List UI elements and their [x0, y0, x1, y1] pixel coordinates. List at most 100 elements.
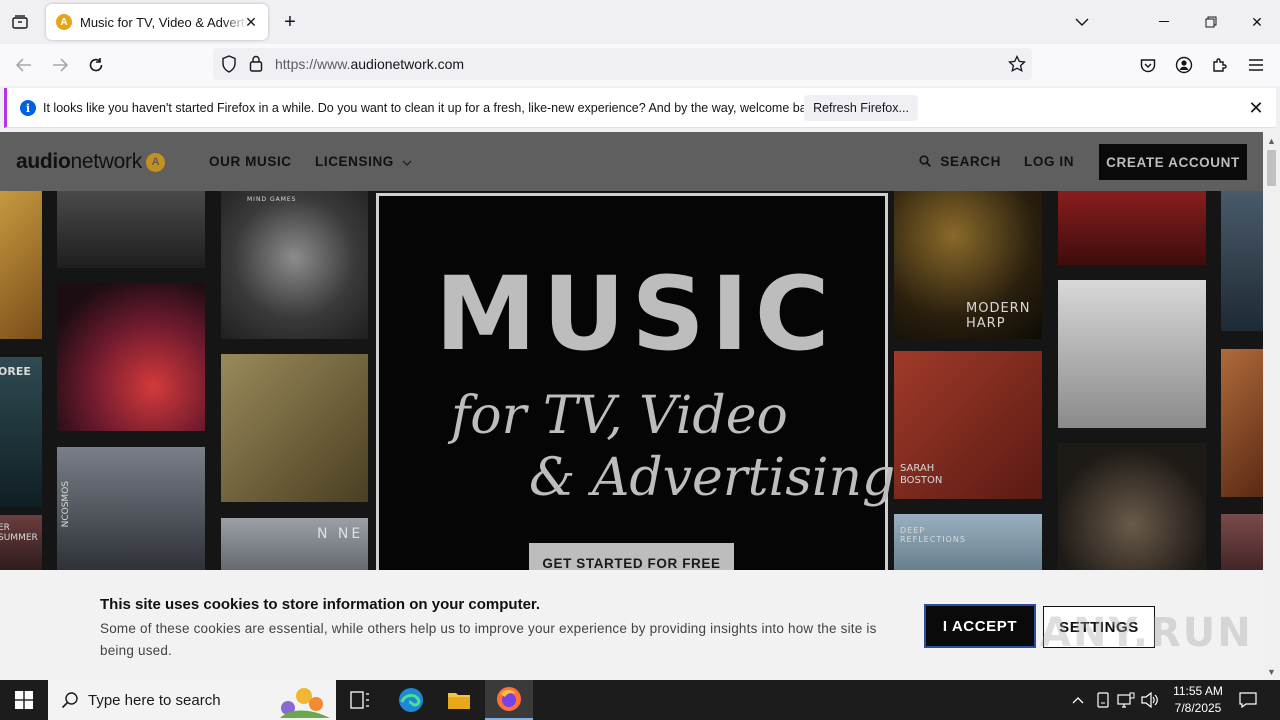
album-tile[interactable] — [0, 191, 42, 339]
lock-icon[interactable] — [249, 55, 263, 77]
search-icon — [919, 155, 932, 170]
browser-tab-active[interactable]: A Music for TV, Video & Advertising | Au… — [46, 4, 268, 40]
notification-close-icon[interactable]: ✕ — [1246, 98, 1266, 118]
chevron-down-icon — [402, 154, 412, 169]
nav-licensing[interactable]: LICENSING — [315, 154, 412, 169]
scrollbar-thumb[interactable] — [1267, 150, 1276, 186]
task-view-icon[interactable] — [336, 680, 384, 720]
cookie-banner: This site uses cookies to store informat… — [0, 570, 1263, 680]
back-arrow-icon[interactable] — [12, 53, 36, 77]
reload-icon[interactable] — [84, 53, 108, 77]
notifications-icon[interactable] — [1238, 690, 1258, 710]
album-tile[interactable]: N NE — [221, 518, 368, 578]
audio-network-logo[interactable]: audio network A — [16, 150, 165, 174]
cookie-settings-button[interactable]: SETTINGS — [1043, 606, 1155, 648]
album-tile[interactable]: MODERN HARP — [894, 191, 1042, 339]
audio-network-favicon-icon: A — [56, 14, 72, 30]
scroll-down-arrow-icon[interactable]: ▼ — [1266, 666, 1277, 677]
album-tile[interactable]: MIND GAMES — [221, 191, 368, 339]
album-tile[interactable] — [57, 191, 205, 268]
album-tile[interactable] — [1058, 280, 1206, 428]
cookie-banner-title: This site uses cookies to store informat… — [100, 596, 541, 613]
nav-search-label: SEARCH — [940, 154, 1001, 169]
album-tile[interactable] — [1058, 191, 1206, 265]
album-tile[interactable] — [1058, 443, 1206, 579]
search-highlight-flowers-icon — [270, 682, 334, 718]
url-prefix: https://www. — [275, 56, 351, 72]
browser-nav-bar: https://www.audionetwork.com — [0, 44, 1280, 86]
shield-icon[interactable] — [221, 55, 237, 78]
album-title: MODERN HARP — [966, 301, 1031, 331]
album-tile[interactable] — [1221, 191, 1263, 331]
refresh-firefox-notification: i It looks like you haven't started Fire… — [4, 88, 1276, 128]
album-tile[interactable] — [221, 354, 368, 502]
url-text[interactable]: https://www.audionetwork.com — [275, 56, 464, 72]
page-viewport: audio network A OUR MUSIC LICENSING SEARC… — [0, 132, 1263, 680]
album-tile[interactable]: OREE — [0, 357, 42, 507]
site-header: audio network A OUR MUSIC LICENSING SEARC… — [0, 132, 1263, 191]
nav-our-music[interactable]: OUR MUSIC — [209, 154, 292, 169]
taskbar-search-box[interactable]: Type here to search — [48, 680, 336, 720]
album-tile[interactable]: ER SUMMER — [0, 515, 42, 575]
extensions-icon[interactable] — [1208, 53, 1232, 77]
chevron-up-icon[interactable] — [1068, 690, 1088, 710]
album-title: DEEP REFLECTIONS — [900, 526, 966, 544]
hamburger-menu-icon[interactable] — [1244, 53, 1268, 77]
album-title: OREE — [0, 365, 31, 378]
windows-start-icon[interactable] — [0, 680, 48, 720]
album-tile[interactable] — [1221, 349, 1263, 497]
album-title: N NE — [317, 526, 364, 542]
logo-part-network: network — [70, 150, 143, 173]
list-all-tabs-icon[interactable] — [1068, 8, 1096, 36]
nav-licensing-label: LICENSING — [315, 154, 394, 169]
create-account-button[interactable]: CREATE ACCOUNT — [1099, 144, 1247, 180]
notification-text: It looks like you haven't started Firefo… — [43, 101, 823, 115]
tab-title: Music for TV, Video & Advertising | Audi… — [80, 14, 248, 30]
new-tab-button[interactable]: + — [280, 11, 300, 33]
search-icon — [61, 691, 79, 714]
url-domain: audionetwork.com — [350, 56, 465, 72]
restore-icon[interactable] — [1197, 8, 1225, 36]
browser-tab-bar: A Music for TV, Video & Advertising | Au… — [0, 0, 1280, 44]
url-bar[interactable]: https://www.audionetwork.com — [213, 48, 1032, 80]
refresh-firefox-button[interactable]: Refresh Firefox... — [804, 95, 918, 121]
nav-search[interactable]: SEARCH — [919, 154, 1001, 170]
tab-close-icon[interactable]: ✕ — [242, 13, 260, 31]
hero-headline: MUSIC — [435, 255, 836, 374]
album-tile[interactable]: SARAH BOSTON — [894, 351, 1042, 499]
bookmark-star-icon[interactable] — [1008, 54, 1026, 78]
album-title: SARAH BOSTON — [900, 463, 943, 486]
cookie-banner-text: Some of these cookies are essential, whi… — [100, 621, 877, 658]
taskbar-search-placeholder: Type here to search — [88, 691, 221, 709]
page-scrollbar[interactable]: ▲ ▼ — [1263, 132, 1280, 680]
forward-arrow-icon[interactable] — [48, 53, 72, 77]
album-title: MIND GAMES — [247, 196, 297, 203]
minimize-icon[interactable] — [1151, 8, 1179, 36]
account-icon[interactable] — [1172, 53, 1196, 77]
scroll-up-arrow-icon[interactable]: ▲ — [1266, 135, 1277, 146]
pocket-icon[interactable] — [1136, 53, 1160, 77]
device-icon[interactable] — [1093, 690, 1113, 710]
tab-list-icon[interactable] — [8, 11, 32, 33]
nav-log-in[interactable]: LOG IN — [1024, 154, 1074, 169]
album-tile[interactable] — [57, 283, 205, 431]
hero-subline-1: for TV, Video — [451, 386, 788, 446]
logo-part-audio: audio — [16, 150, 71, 173]
hero-subline-2: & Advertising — [529, 448, 896, 508]
hero-poster: MUSIC for TV, Video & Advertising — [376, 193, 895, 593]
album-title: NCOSMOS — [61, 481, 71, 528]
clock-date: 7/8/2025 — [1174, 701, 1222, 715]
accept-cookies-button[interactable]: I ACCEPT — [924, 604, 1036, 648]
clock-time: 11:55 AM — [1173, 684, 1223, 698]
windows-taskbar: Type here to search 11:55 AM 7/8/2025 — [0, 680, 1280, 720]
volume-icon[interactable] — [1140, 690, 1160, 710]
file-explorer-icon[interactable] — [435, 680, 483, 720]
info-icon: i — [20, 100, 36, 116]
album-tile[interactable]: NCOSMOS — [57, 447, 205, 577]
edge-browser-icon[interactable] — [387, 680, 435, 720]
network-icon[interactable] — [1116, 690, 1136, 710]
close-window-icon[interactable]: ✕ — [1243, 8, 1271, 36]
taskbar-clock[interactable]: 11:55 AM 7/8/2025 — [1163, 683, 1233, 717]
firefox-taskbar-icon[interactable] — [485, 680, 533, 720]
album-title: ER SUMMER — [0, 523, 38, 543]
